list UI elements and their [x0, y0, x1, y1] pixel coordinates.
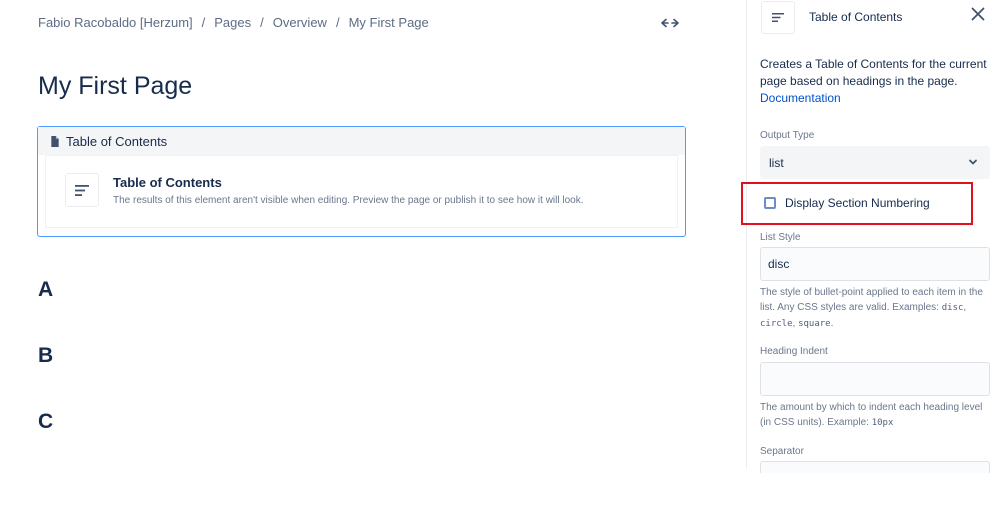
heading-b[interactable]: B — [38, 344, 53, 368]
macro-body-title: Table of Contents — [113, 175, 222, 190]
example-10px: 10px — [871, 418, 894, 428]
chevron-down-icon — [969, 159, 977, 165]
example-square: square — [798, 319, 831, 329]
page-title[interactable]: My First Page — [38, 72, 192, 101]
separator-label: Separator — [760, 446, 804, 457]
toc-macro-block[interactable]: Table of Contents Table of Contents The … — [37, 126, 686, 237]
list-style-value: disc — [768, 257, 790, 271]
section-numbering-option[interactable]: Display Section Numbering — [764, 196, 930, 210]
example-circle: circle — [760, 319, 793, 329]
list-style-helper: The style of bullet-point applied to eac… — [760, 285, 994, 332]
heading-indent-input[interactable] — [760, 362, 990, 396]
close-icon — [971, 7, 985, 21]
example-end: . — [830, 318, 834, 329]
breadcrumb-item-pages[interactable]: Pages — [214, 15, 251, 30]
toc-icon-box — [65, 173, 99, 207]
breadcrumb-separator: / — [260, 15, 264, 30]
breadcrumb-item-current-page[interactable]: My First Page — [349, 15, 429, 30]
output-type-select[interactable]: list — [760, 146, 990, 179]
full-width-toggle-button[interactable] — [659, 13, 681, 33]
macro-config-panel: Table of Contents Creates a Table of Con… — [741, 0, 999, 473]
macro-body: Table of Contents The results of this el… — [45, 155, 678, 228]
document-icon — [51, 135, 59, 147]
panel-title: Table of Contents — [809, 10, 903, 24]
close-panel-button[interactable] — [969, 5, 987, 23]
heading-a[interactable]: A — [38, 278, 53, 302]
output-type-value: list — [769, 155, 784, 170]
heading-indent-helper: The amount by which to indent each headi… — [760, 400, 994, 431]
section-numbering-label: Display Section Numbering — [785, 196, 930, 210]
section-numbering-checkbox[interactable] — [764, 197, 776, 209]
table-of-contents-icon — [75, 184, 89, 196]
example-separator: , — [963, 302, 967, 313]
breadcrumb-separator: / — [201, 15, 206, 30]
breadcrumb: Fabio Racobaldo [Herzum] / Pages / Overv… — [38, 15, 429, 30]
panel-icon-box — [761, 1, 795, 34]
panel-description: Creates a Table of Contents for the curr… — [760, 56, 992, 107]
example-disc: disc — [941, 303, 964, 313]
macro-body-description: The results of this element aren't visib… — [113, 195, 584, 206]
macro-header: Table of Contents — [38, 127, 685, 155]
panel-description-text: Creates a Table of Contents for the curr… — [760, 57, 987, 88]
separator-select[interactable] — [760, 461, 990, 473]
breadcrumb-separator: / — [335, 15, 340, 30]
heading-indent-label: Heading Indent — [760, 346, 828, 357]
output-type-label: Output Type — [760, 130, 815, 141]
list-style-input[interactable]: disc — [760, 247, 990, 281]
table-of-contents-icon — [772, 13, 784, 22]
breadcrumb-item-overview[interactable]: Overview — [273, 15, 327, 30]
documentation-link[interactable]: Documentation — [760, 90, 992, 107]
arrows-horizontal-icon — [661, 18, 679, 28]
macro-header-label: Table of Contents — [66, 133, 168, 149]
list-style-label: List Style — [760, 232, 801, 243]
breadcrumb-item-space[interactable]: Fabio Racobaldo [Herzum] — [38, 15, 193, 30]
heading-c[interactable]: C — [38, 410, 53, 434]
